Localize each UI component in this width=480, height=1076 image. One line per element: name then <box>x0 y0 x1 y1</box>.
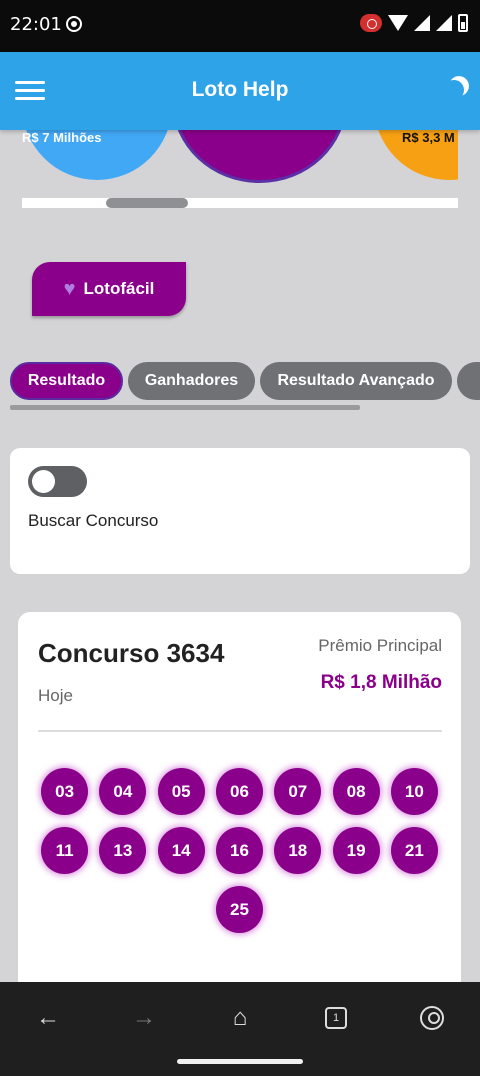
number-ball: 25 <box>216 886 263 933</box>
app-bar: Loto Help <box>0 52 480 130</box>
number-ball: 11 <box>41 827 89 874</box>
lottery-name: Lotofácil <box>83 279 155 298</box>
home-icon[interactable]: ⌂ <box>226 1004 254 1032</box>
battery-icon <box>458 14 468 32</box>
tab-resultado-avancado[interactable]: Resultado Avançado <box>260 362 452 400</box>
notification-icon <box>66 16 82 32</box>
number-ball: 21 <box>390 827 438 874</box>
signal-icon-2 <box>436 15 452 31</box>
screen-record-icon <box>360 14 382 32</box>
back-icon[interactable]: ← <box>34 1004 62 1032</box>
status-time: 22:01 <box>10 14 62 35</box>
concurso-title: Concurso 3634 <box>38 638 225 668</box>
tab-more[interactable] <box>457 362 480 400</box>
carousel-scrollbar-thumb[interactable] <box>106 198 188 208</box>
signal-icon <box>414 15 430 31</box>
carousel-orange-prize: R$ 3,3 M <box>402 130 455 145</box>
search-card: Buscar Concurso <box>10 448 470 574</box>
search-toggle[interactable] <box>28 466 87 497</box>
search-label: Buscar Concurso <box>28 511 159 530</box>
lottery-carousel[interactable]: R$ 7 Milhões R$ 3,3 M <box>22 130 458 208</box>
number-ball: 10 <box>390 768 438 815</box>
app-title: Loto Help <box>191 78 289 101</box>
status-icons <box>360 14 468 32</box>
prize-value: R$ 1,8 Milhão <box>320 672 442 693</box>
tabs-button[interactable]: 1 <box>322 1004 350 1032</box>
number-ball: 18 <box>274 827 322 874</box>
number-ball: 03 <box>41 768 89 815</box>
carousel-scrollbar-track[interactable] <box>22 198 458 208</box>
number-ball: 19 <box>332 827 380 874</box>
wifi-icon <box>388 15 408 31</box>
account-icon[interactable] <box>418 1004 446 1032</box>
tab-bar: Resultado Ganhadores Resultado Avançado <box>10 362 480 402</box>
heart-icon: ♥ <box>63 277 76 300</box>
number-ball: 14 <box>157 827 205 874</box>
tabs-scrollbar[interactable] <box>10 405 360 410</box>
number-ball: 04 <box>99 768 147 815</box>
divider <box>38 730 442 732</box>
number-ball: 07 <box>274 768 322 815</box>
home-indicator[interactable] <box>177 1059 303 1064</box>
tab-ganhadores[interactable]: Ganhadores <box>128 362 255 400</box>
lottery-button[interactable]: ♥ Lotofácil <box>32 262 186 316</box>
number-ball: 13 <box>99 827 147 874</box>
concurso-date: Hoje <box>38 686 73 705</box>
number-ball: 05 <box>157 768 205 815</box>
number-ball: 08 <box>332 768 380 815</box>
prize-label: Prêmio Principal <box>318 636 442 655</box>
carousel-blue-prize: R$ 7 Milhões <box>22 130 102 145</box>
tab-resultado[interactable]: Resultado <box>10 362 123 400</box>
carousel-item-purple[interactable] <box>172 130 347 183</box>
status-bar: 22:01 <box>0 0 480 52</box>
toggle-knob <box>32 470 55 493</box>
tabs-count: 1 <box>325 1007 347 1029</box>
number-ball: 06 <box>216 768 263 815</box>
forward-icon[interactable]: → <box>130 1004 158 1032</box>
result-card: Concurso 3634 Hoje Prêmio Principal R$ 1… <box>18 612 461 992</box>
number-ball: 16 <box>216 827 263 874</box>
